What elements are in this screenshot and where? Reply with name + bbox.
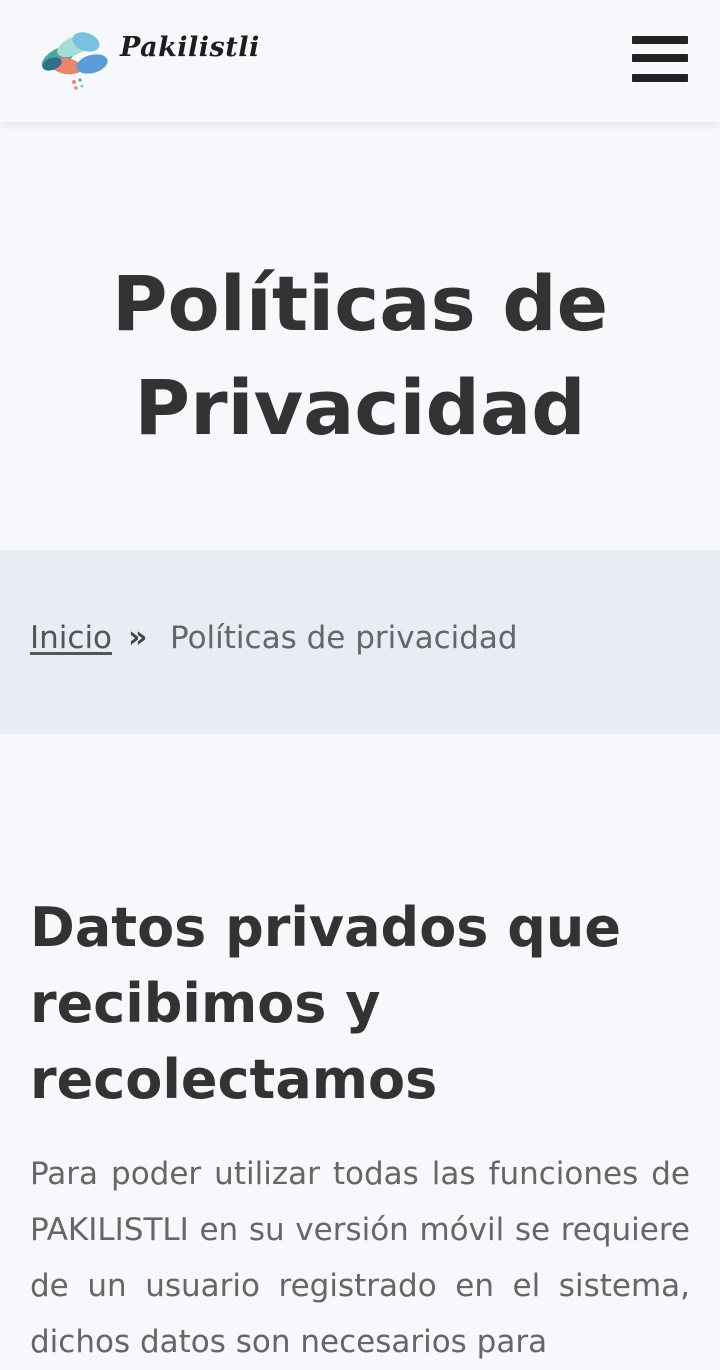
- breadcrumb-current: Políticas de privacidad: [170, 620, 518, 656]
- logo-wordmark[interactable]: Pakilistli: [120, 32, 260, 63]
- hero-banner: Políticas de Privacidad: [0, 122, 720, 550]
- hamburger-menu-icon[interactable]: [630, 34, 690, 86]
- breadcrumb-separator-icon: »: [128, 620, 148, 655]
- menu-bar: [632, 36, 688, 44]
- pills-cloud-logo-icon[interactable]: [36, 24, 110, 94]
- site-header: Pakilistli: [0, 0, 720, 122]
- page-title: Políticas de Privacidad: [111, 259, 609, 452]
- menu-bar: [632, 54, 688, 62]
- breadcrumb-home-link[interactable]: Inicio: [30, 620, 112, 656]
- menu-bar: [632, 74, 688, 82]
- section-heading: Datos privados que recibimos y recolecta…: [30, 896, 621, 1111]
- section-paragraph: Para poder utilizar todas las funciones …: [30, 1156, 690, 1360]
